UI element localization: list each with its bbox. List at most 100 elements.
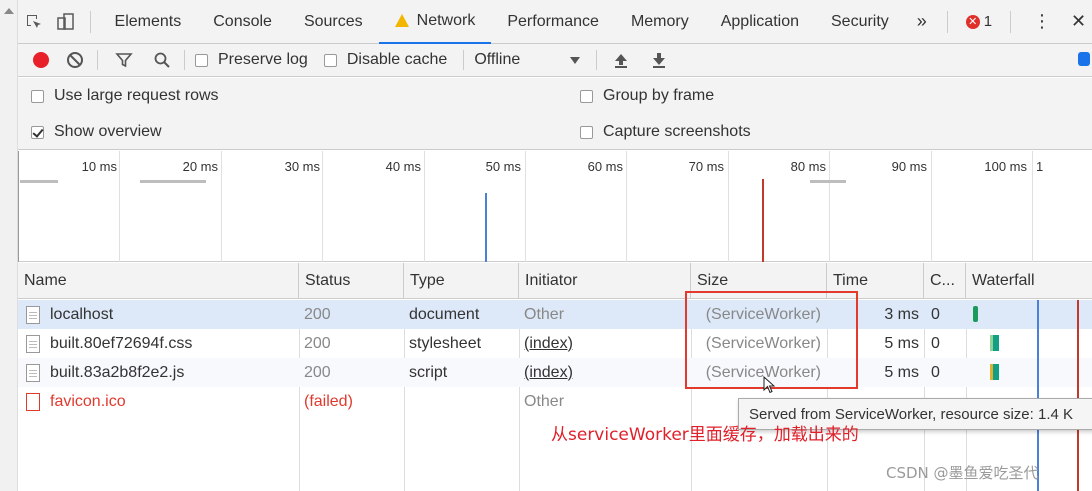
tab-elements[interactable]: Elements (99, 0, 198, 44)
waterfall-bar (993, 364, 999, 380)
filter-icon[interactable] (112, 48, 136, 72)
table-row[interactable]: localhost 200 document Other (ServiceWor… (18, 300, 1092, 329)
inspect-element-icon[interactable] (18, 0, 50, 44)
toolbar-divider (97, 50, 98, 70)
waterfall-bar (973, 306, 978, 322)
overview-gridline (829, 151, 830, 262)
chevron-down-icon (570, 56, 581, 64)
show-overview-checkbox[interactable]: Show overview (31, 123, 162, 141)
network-settings-icon[interactable] (1078, 52, 1090, 66)
overview-gridline (728, 151, 729, 262)
name-cell: favicon.ico (26, 387, 298, 416)
overview-tick: 100 ms (984, 159, 1027, 174)
throttling-select[interactable]: Offline (474, 51, 581, 69)
checkbox[interactable] (323, 53, 337, 67)
throttling-value: Offline (474, 51, 521, 68)
name-cell: built.80ef72694f.css (26, 329, 298, 358)
column-header-cache[interactable]: C... (924, 263, 966, 299)
checkbox[interactable] (580, 89, 593, 103)
overview-gridline (119, 151, 120, 262)
overview-request-bar (810, 180, 846, 183)
watermark: CSDN @墨鱼爱吃圣代 (886, 464, 1039, 482)
more-tabs-button[interactable]: » (905, 11, 939, 32)
checkbox[interactable] (580, 125, 593, 139)
column-header-name[interactable]: Name (18, 263, 299, 299)
overview-tick: 90 ms (891, 159, 927, 174)
overview-tick: 30 ms (284, 159, 320, 174)
overview-tick: 80 ms (790, 159, 826, 174)
error-icon: ✕ (965, 14, 980, 29)
initiator-link[interactable]: (index) (524, 358, 689, 387)
cache-cell: 0 (931, 363, 940, 381)
tabbar-divider (1010, 10, 1011, 33)
clear-icon[interactable] (63, 48, 87, 72)
name-cell: localhost (26, 300, 298, 329)
initiator-link[interactable]: (index) (524, 329, 689, 358)
tab-label: Network (416, 11, 476, 29)
tab-performance[interactable]: Performance (491, 0, 615, 44)
tab-label: Application (720, 12, 799, 30)
column-header-status[interactable]: Status (299, 263, 404, 299)
tab-label: Security (831, 12, 889, 30)
tab-label: Elements (114, 12, 182, 30)
mouse-cursor-icon (763, 375, 776, 398)
column-header-waterfall[interactable]: Waterfall (966, 263, 1092, 299)
checkbox-label: Preserve log (218, 51, 308, 68)
status-cell: 200 (304, 363, 331, 381)
toolbar-divider (184, 50, 185, 70)
import-har-icon[interactable] (609, 48, 633, 72)
tab-application[interactable]: Application (705, 0, 815, 44)
group-by-frame-checkbox[interactable]: Group by frame (580, 87, 714, 105)
export-har-icon[interactable] (647, 48, 671, 72)
preserve-log-checkbox[interactable]: Preserve log (195, 51, 308, 69)
checkbox-label: Show overview (54, 123, 162, 140)
capture-screenshots-checkbox[interactable]: Capture screenshots (580, 123, 751, 141)
dom-content-loaded-marker (485, 193, 487, 262)
request-name: built.83a2b8f2e2.js (50, 363, 185, 381)
search-icon[interactable] (150, 48, 174, 72)
failed-file-icon (26, 392, 40, 411)
left-scrollbar[interactable] (0, 0, 18, 491)
large-rows-checkbox[interactable]: Use large request rows (31, 87, 219, 105)
waterfall-bar (993, 335, 999, 351)
device-toolbar-icon[interactable] (50, 0, 82, 44)
overview-gridline (322, 151, 323, 262)
load-event-marker (762, 179, 764, 262)
tab-console[interactable]: Console (197, 0, 288, 44)
column-header-type[interactable]: Type (404, 263, 519, 299)
scroll-up-arrow-icon[interactable] (4, 8, 14, 14)
checkbox-label: Use large request rows (54, 87, 219, 104)
disable-cache-checkbox[interactable]: Disable cache (323, 51, 447, 69)
record-button[interactable] (33, 52, 49, 68)
checkbox[interactable] (195, 53, 208, 67)
network-settings-pane: Use large request rows Group by frame Sh… (18, 78, 1092, 150)
table-row[interactable]: built.83a2b8f2e2.js 200 script (index) (… (18, 358, 1092, 387)
checkbox[interactable] (31, 89, 44, 103)
overview-gridline (18, 151, 19, 262)
tab-security[interactable]: Security (815, 0, 905, 44)
column-header-initiator[interactable]: Initiator (519, 263, 691, 299)
overview-gridline (221, 151, 222, 262)
tabbar-divider (89, 10, 91, 33)
overview-gridline (931, 151, 932, 262)
error-count-button[interactable]: ✕ 1 (956, 13, 1002, 30)
tab-network[interactable]: Network (378, 0, 492, 44)
tab-sources[interactable]: Sources (288, 0, 379, 44)
initiator-cell: Other (524, 305, 565, 323)
overview-request-bar (140, 180, 206, 183)
overview-tick: 10 ms (81, 159, 117, 174)
checkbox-checked[interactable] (31, 125, 44, 139)
overview-tick: 70 ms (688, 159, 724, 174)
table-row[interactable]: built.80ef72694f.css 200 stylesheet (ind… (18, 329, 1092, 358)
request-name: localhost (50, 305, 114, 323)
tab-label: Memory (630, 12, 689, 30)
devtools-tabbar: Elements Console Sources Network Perform… (18, 0, 1092, 44)
annotation-text: 从serviceWorker里面缓存，加载出来的 (551, 425, 859, 445)
close-icon[interactable]: ✕ (1065, 11, 1092, 32)
overview-timeline[interactable]: 10 ms 20 ms 30 ms 40 ms 50 ms 60 ms 70 m… (18, 151, 1092, 262)
document-file-icon (26, 305, 40, 324)
more-options-icon[interactable]: ⋮ (1019, 11, 1065, 32)
request-name: favicon.ico (50, 392, 126, 410)
tab-memory[interactable]: Memory (615, 0, 705, 44)
overview-tick: 40 ms (385, 159, 421, 174)
